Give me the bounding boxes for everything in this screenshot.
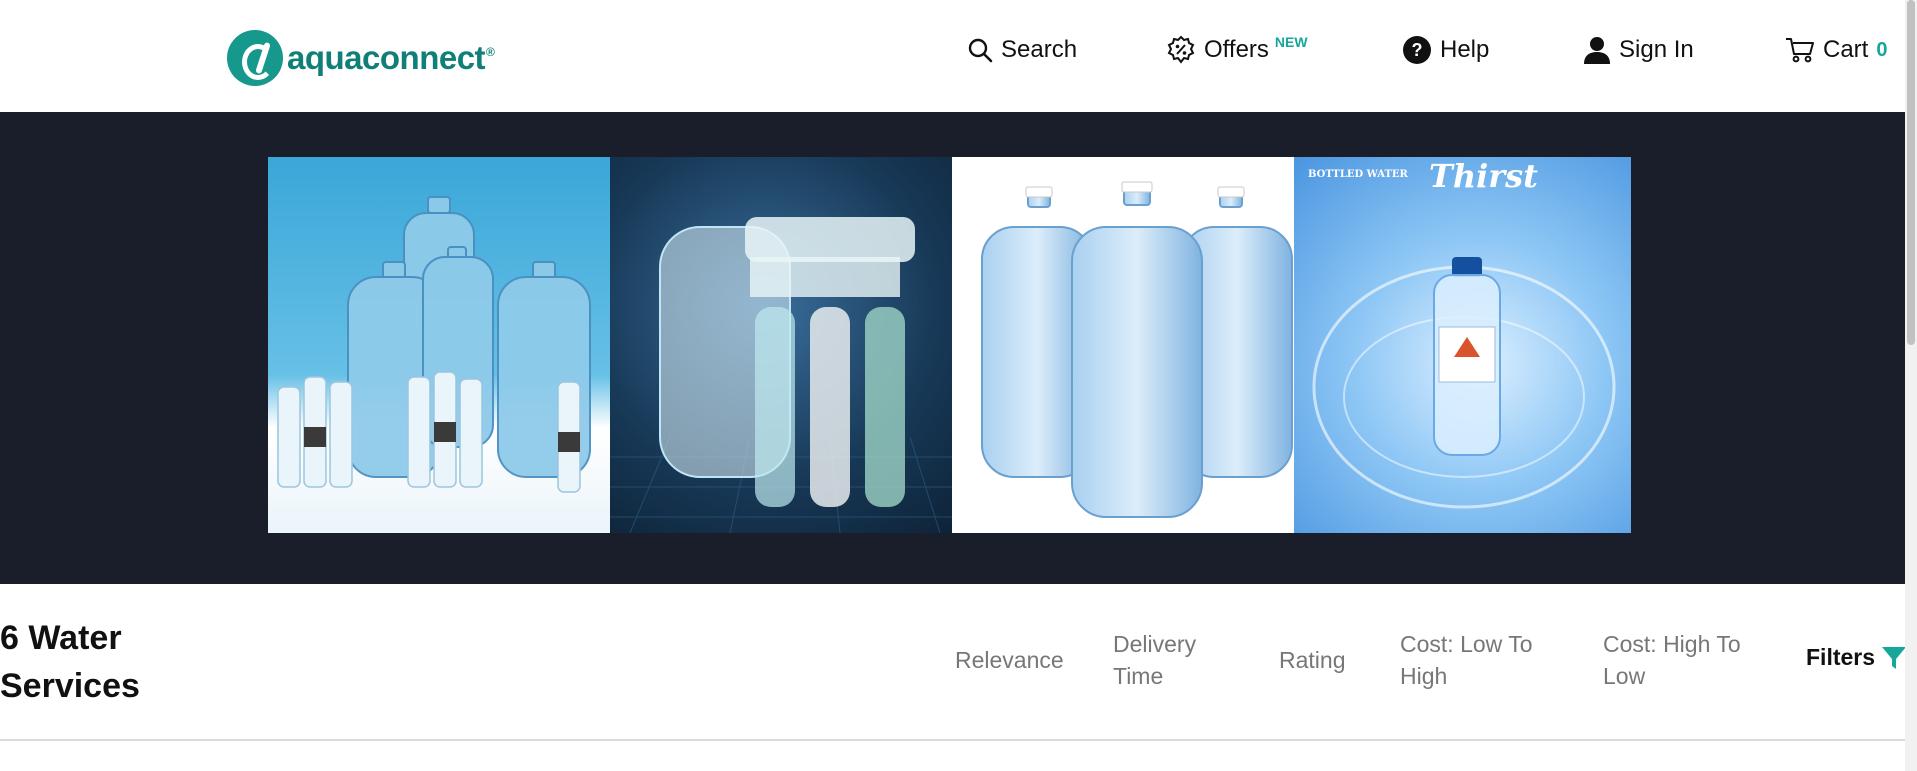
banner-slide-water-cans[interactable] <box>952 157 1294 533</box>
nav-cart-label: Cart <box>1823 36 1869 63</box>
results-sort-bar: 6 Water Services Relevance Delivery Time… <box>0 584 1907 741</box>
new-badge: NEW <box>1274 34 1308 50</box>
cart-count: 0 <box>1876 38 1888 61</box>
search-icon <box>967 37 993 63</box>
nav-offers-label: Offers <box>1204 36 1269 63</box>
filter-funnel-icon <box>1882 646 1907 669</box>
nav-sign-in-label: Sign In <box>1619 36 1694 63</box>
page-scrollbar[interactable] <box>1905 0 1917 771</box>
discount-badge-icon <box>1166 35 1196 65</box>
nav-cart[interactable]: Cart 0 <box>1785 30 1887 70</box>
nav-search[interactable]: Search <box>967 30 1077 70</box>
user-icon <box>1583 35 1611 65</box>
help-icon: ? <box>1402 35 1432 65</box>
nav-sign-in[interactable]: Sign In <box>1583 30 1694 70</box>
nav-help-label: Help <box>1440 36 1490 63</box>
banner-slide-water-filter-system[interactable] <box>610 157 952 533</box>
nav-help[interactable]: ? Help <box>1402 30 1489 70</box>
logo-text: aquaconnect® <box>287 39 495 76</box>
sort-cost-low-to-high[interactable]: Cost: Low To High <box>1400 628 1550 692</box>
banner-slide-bottled-water-thirst[interactable]: BOTTLED WATER Thirst <box>1294 157 1631 533</box>
filters-button[interactable]: Filters <box>1806 644 1907 671</box>
cart-icon <box>1785 36 1815 64</box>
scrollbar-thumb[interactable] <box>1907 0 1915 345</box>
nav-offers[interactable]: Offers NEW <box>1166 30 1308 70</box>
results-title: 6 Water Services <box>0 619 140 705</box>
nav-search-label: Search <box>1001 36 1078 63</box>
sort-relevance[interactable]: Relevance <box>955 644 1064 676</box>
slide-caption: BOTTLED WATER <box>1308 169 1408 180</box>
sort-cost-high-to-low[interactable]: Cost: High To Low <box>1603 628 1753 692</box>
banner-slide-bottled-water-jugs[interactable] <box>268 157 610 533</box>
slide-title: Thirst <box>1429 157 1538 195</box>
svg-text:?: ? <box>1412 40 1423 60</box>
sort-rating[interactable]: Rating <box>1279 644 1345 676</box>
brand-logo[interactable]: aquaconnect® <box>227 30 495 86</box>
sort-delivery-time[interactable]: Delivery Time <box>1113 628 1223 692</box>
promo-banner: BOTTLED WATER Thirst <box>0 112 1905 584</box>
filters-label: Filters <box>1806 644 1876 670</box>
site-header: aquaconnect® Search Offers NEW ? Help Si… <box>0 0 1905 112</box>
logo-mark-icon <box>227 30 283 86</box>
divider <box>0 739 1905 741</box>
